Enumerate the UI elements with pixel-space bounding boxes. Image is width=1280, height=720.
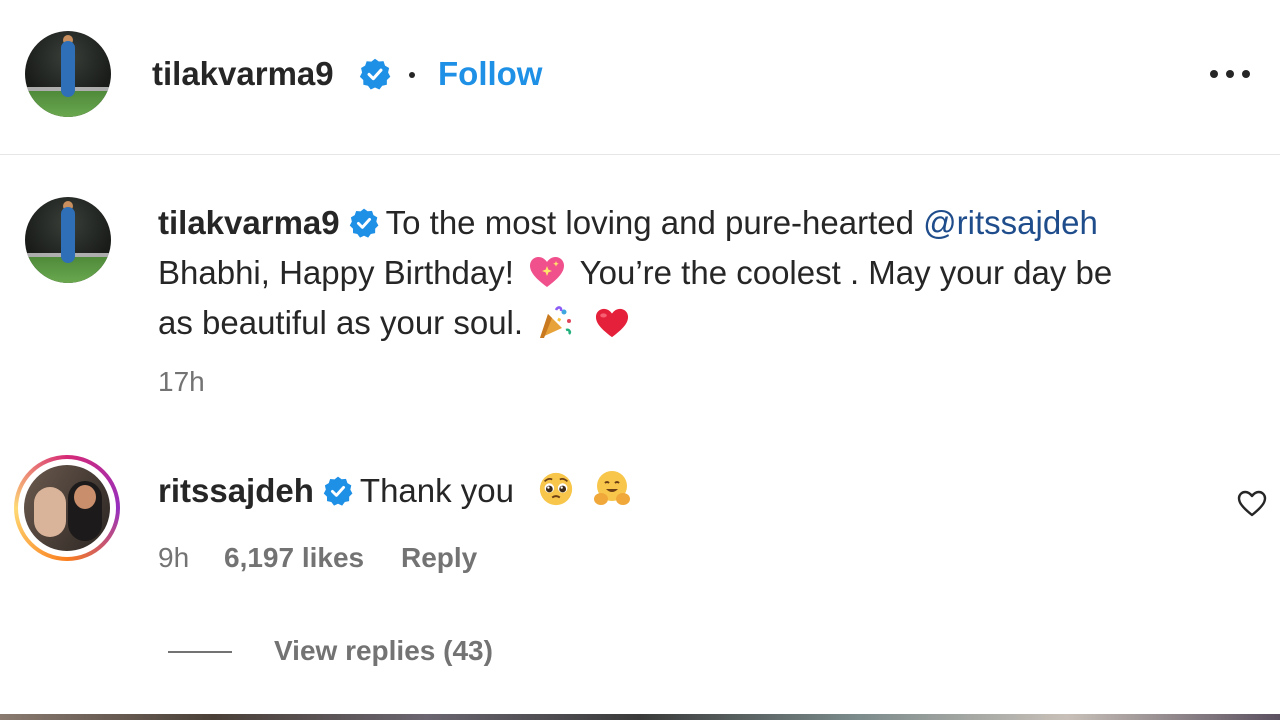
comment-likes[interactable]: 6,197 likes xyxy=(224,542,364,573)
more-options-icon[interactable] xyxy=(1210,70,1250,78)
pleading-face-icon xyxy=(540,472,573,506)
caption-text-line2b: You’re the coolest . May your day be xyxy=(579,254,1113,291)
caption-username[interactable]: tilakvarma9 xyxy=(158,204,340,241)
replies-divider xyxy=(168,651,232,653)
comment-timestamp[interactable]: 9h xyxy=(158,542,189,574)
reply-button[interactable]: Reply xyxy=(401,542,477,573)
hugging-face-icon xyxy=(594,471,631,505)
separator-dot xyxy=(409,72,415,78)
commenter-avatar[interactable] xyxy=(24,465,110,551)
verified-badge-icon xyxy=(349,208,379,238)
author-username[interactable]: tilakvarma9 xyxy=(152,55,334,93)
story-ring[interactable] xyxy=(14,455,120,561)
caption-text-line3: as beautiful as your soul. xyxy=(158,304,524,341)
commenter-username[interactable]: ritssajdeh xyxy=(158,472,314,509)
comment-likes-count[interactable]: 6,197 likes xyxy=(224,542,364,574)
party-popper-icon xyxy=(540,306,572,338)
view-replies-button[interactable]: View replies (43) xyxy=(274,635,493,666)
caption-text: To the most loving and pure-hearted xyxy=(385,204,914,241)
post-header: tilakvarma9 Follow xyxy=(0,0,1280,155)
post-caption: tilakvarma9 To the most loving and pure-… xyxy=(158,198,1248,348)
verified-badge-icon xyxy=(359,58,391,90)
red-heart-icon xyxy=(596,308,629,338)
sparkling-heart-icon xyxy=(530,257,565,287)
caption-text-line2: Bhabhi, Happy Birthday! xyxy=(158,254,514,291)
author-avatar[interactable] xyxy=(25,31,111,117)
comment-body: ritssajdeh Thank you xyxy=(158,466,636,516)
view-replies-wrap[interactable]: View replies (43) xyxy=(274,635,493,667)
follow-button[interactable]: Follow xyxy=(438,55,542,93)
like-comment-heart-icon[interactable] xyxy=(1236,488,1268,520)
below-content-strip xyxy=(0,714,1280,720)
reply-button-wrap[interactable]: Reply xyxy=(401,542,477,574)
post-timestamp[interactable]: 17h xyxy=(158,366,205,398)
comment-text: Thank you xyxy=(359,472,514,509)
caption-author-avatar[interactable] xyxy=(25,197,111,283)
verified-badge-icon xyxy=(323,476,353,506)
mention-link[interactable]: @ritssajdeh xyxy=(923,204,1098,241)
